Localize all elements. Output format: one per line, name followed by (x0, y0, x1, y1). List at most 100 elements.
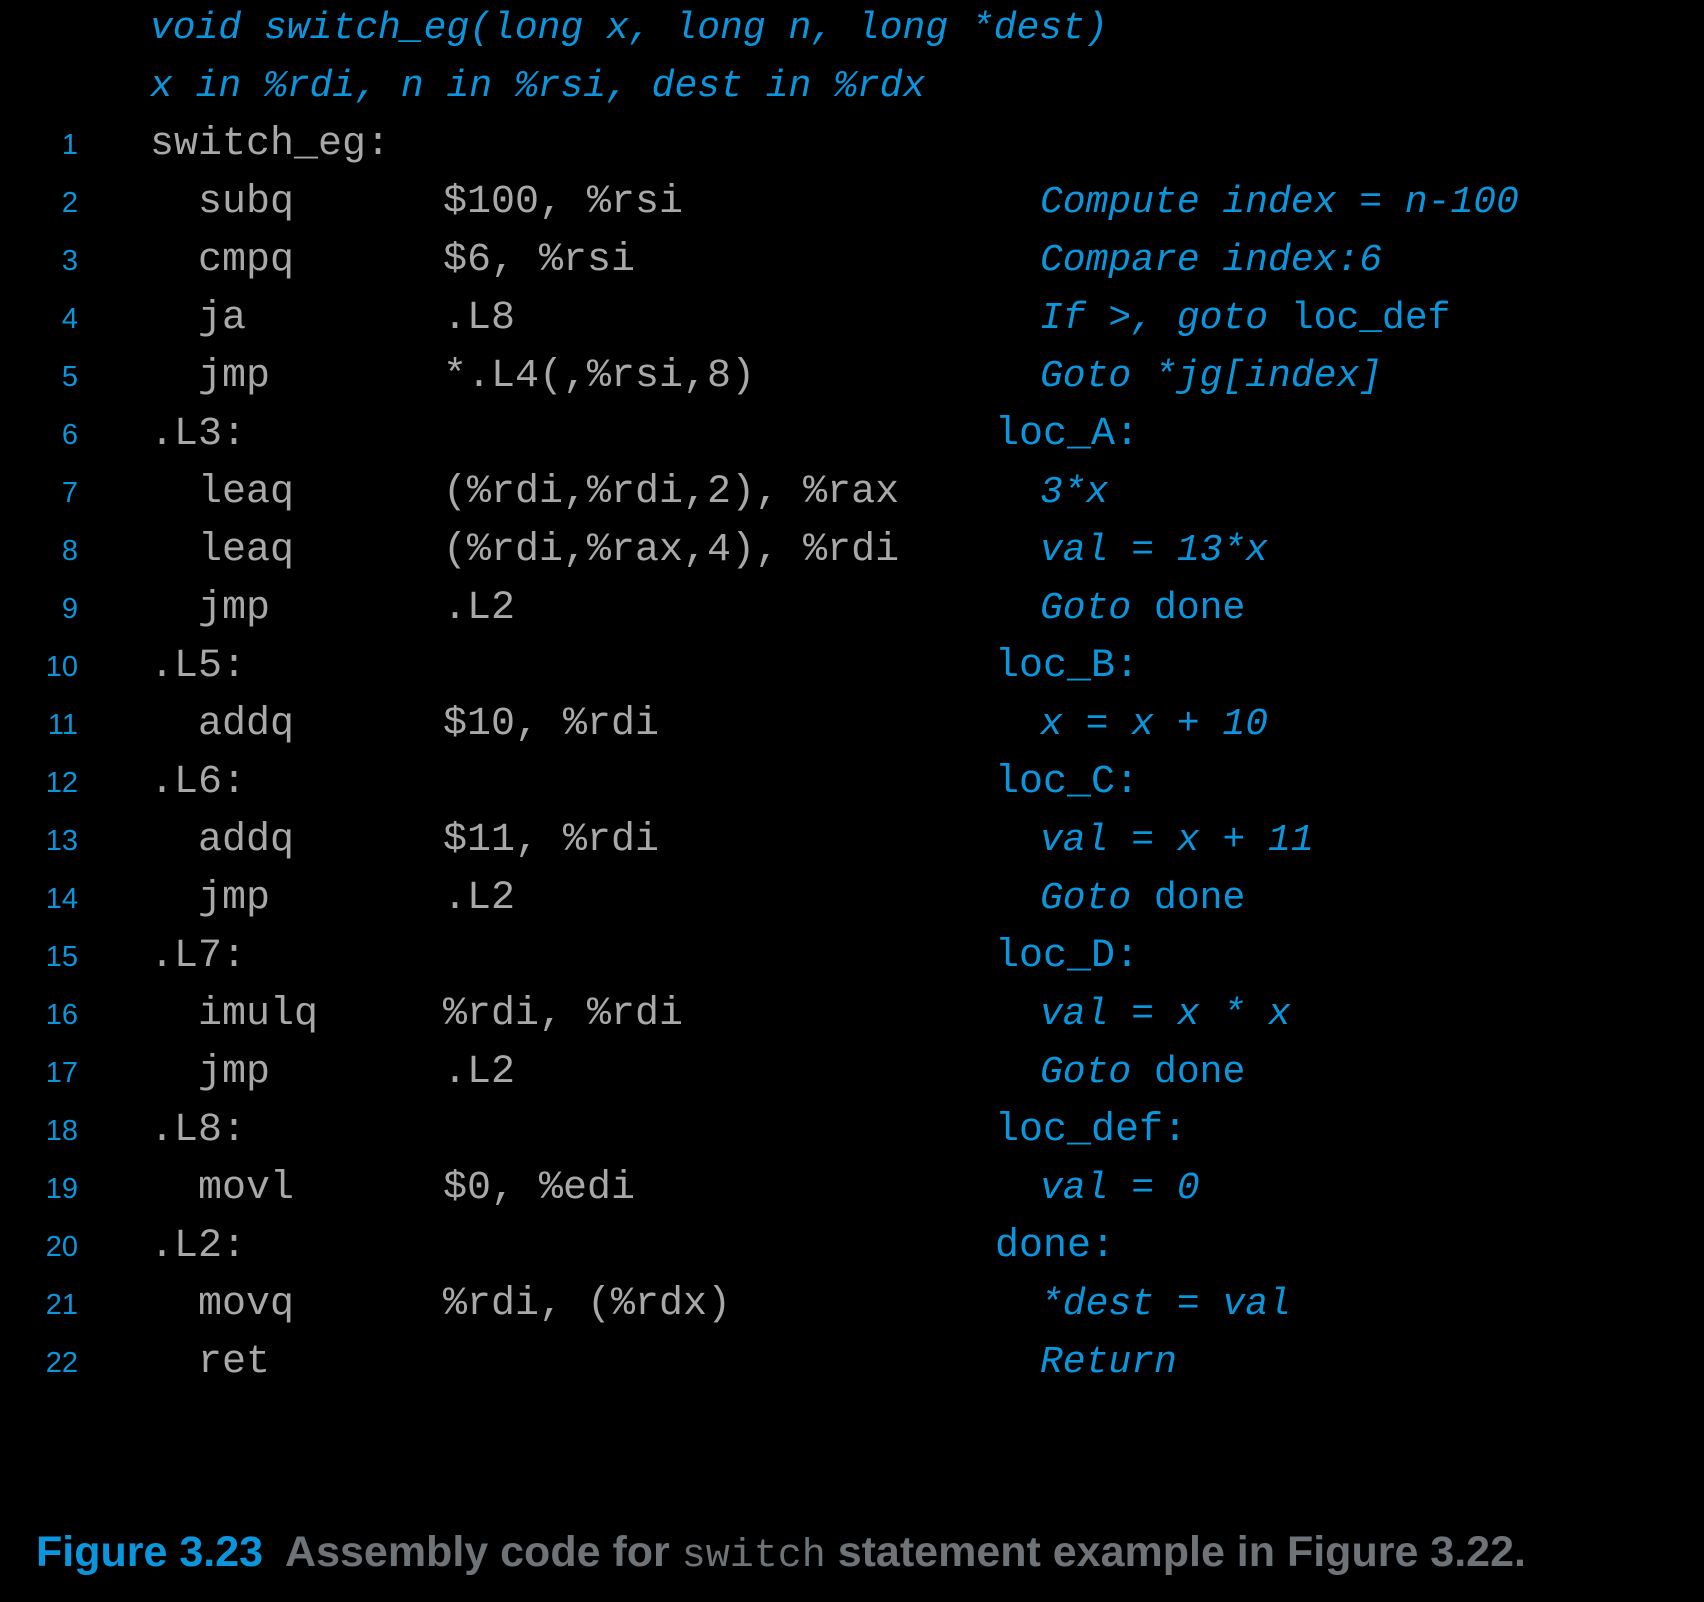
asm-label: .L8: (150, 1108, 247, 1153)
c-comment-annotation: 3*x (1040, 464, 1108, 522)
annotation-identifier: done (1154, 877, 1246, 920)
line-number: 11 (47, 709, 78, 741)
code-row: 15 .L7: loc_D: (0, 928, 1704, 986)
asm-label: switch_eg: (150, 122, 391, 167)
asm-mnemonic: jmp (198, 354, 271, 399)
annotation-text: loc_B: (995, 644, 1140, 689)
code-row: 2 subq $100, %rsi Compute index = n-100 (0, 174, 1704, 232)
code-row: 5 jmp *.L4(,%rsi,8) Goto *jg[index] (0, 348, 1704, 406)
code-text: addq $11, %rdi (150, 812, 659, 870)
annotation-text: x = x + 10 (1040, 703, 1269, 746)
code-row: 1 switch_eg: (0, 116, 1704, 174)
c-comment-annotation: val = x * x (1040, 986, 1291, 1044)
caption-part-1: Assembly code for (285, 1528, 682, 1576)
header-row: x in %rdi, n in %rsi, dest in %rdx (0, 58, 1704, 116)
code-text: .L8: (150, 1102, 246, 1160)
line-number: 3 (61, 245, 78, 277)
line-number: 20 (45, 1231, 78, 1263)
asm-mnemonic: imulq (198, 992, 319, 1037)
code-text: subq $100, %rsi (150, 174, 683, 232)
line-number: 9 (61, 593, 78, 625)
code-text: switch_eg: (150, 116, 390, 174)
asm-operands: %rdi, %rdi (443, 992, 684, 1037)
c-comment-annotation: val = x + 11 (1040, 812, 1314, 870)
line-number: 14 (45, 883, 78, 915)
code-text: .L5: (150, 638, 246, 696)
code-text: cmpq $6, %rsi (150, 232, 635, 290)
asm-operands: .L2 (443, 876, 516, 921)
annotation-text: If >, goto (1040, 297, 1291, 340)
asm-label: .L2: (150, 1224, 247, 1269)
code-text: ja .L8 (150, 290, 515, 348)
code-row: 21 movq %rdi, (%rdx) *dest = val (0, 1276, 1704, 1334)
asm-operands: $6, %rsi (443, 238, 636, 283)
asm-mnemonic: movl (198, 1166, 295, 1211)
asm-mnemonic: ret (198, 1340, 271, 1385)
figure-3-23: void switch_eg(long x, long n, long *des… (0, 0, 1704, 1602)
line-number: 21 (45, 1289, 78, 1321)
code-text: jmp .L2 (150, 580, 515, 638)
line-number: 4 (61, 303, 78, 335)
asm-operands: $0, %edi (443, 1166, 636, 1211)
figure-caption: Figure 3.23 Assembly code for switch stat… (36, 1522, 1526, 1587)
asm-operands: (%rdi,%rax,4), %rdi (443, 528, 900, 573)
line-number: 19 (45, 1173, 78, 1205)
asm-operands: .L2 (443, 1050, 516, 1095)
caption-part-2: statement example in Figure 3.22. (825, 1528, 1526, 1576)
line-number: 1 (61, 129, 78, 161)
annotation-text: *dest = val (1040, 1283, 1291, 1326)
asm-label: .L3: (150, 412, 247, 457)
asm-operands: (%rdi,%rdi,2), %rax (443, 470, 900, 515)
code-row: 13 addq $11, %rdi val = x + 11 (0, 812, 1704, 870)
annotation-text: Goto (1040, 1051, 1155, 1094)
code-row: 8 leaq (%rdi,%rax,4), %rdi val = 13*x (0, 522, 1704, 580)
asm-operands: $11, %rdi (443, 818, 660, 863)
code-text: .L3: (150, 406, 246, 464)
code-row: 14 jmp .L2 Goto done (0, 870, 1704, 928)
code-text: movl $0, %edi (150, 1160, 635, 1218)
c-label-annotation: loc_A: (995, 406, 1139, 464)
code-text: .L7: (150, 928, 246, 986)
asm-operands: .L8 (443, 296, 516, 341)
c-comment-annotation: If >, goto loc_def (1040, 290, 1450, 348)
caption-body: Assembly code for switch statement examp… (285, 1528, 1526, 1579)
code-text: jmp *.L4(,%rsi,8) (150, 348, 755, 406)
annotation-text: loc_D: (995, 934, 1140, 979)
annotation-text: Compute index = n-100 (1040, 181, 1519, 224)
line-number: 12 (45, 767, 78, 799)
line-number: 16 (45, 999, 78, 1031)
code-row: 18 .L8: loc_def: (0, 1102, 1704, 1160)
c-comment-annotation: val = 0 (1040, 1160, 1200, 1218)
line-number: 17 (45, 1057, 78, 1089)
code-row: 7 leaq (%rdi,%rdi,2), %rax 3*x (0, 464, 1704, 522)
annotation-identifier: loc_def (1290, 297, 1451, 340)
code-row: 20 .L2: done: (0, 1218, 1704, 1276)
asm-label: .L7: (150, 934, 247, 979)
code-text: ret (150, 1334, 443, 1392)
annotation-text: 3*x (1040, 471, 1109, 514)
annotation-text: val = 0 (1040, 1167, 1200, 1210)
line-number: 6 (61, 419, 78, 451)
header-line: x in %rdi, n in %rsi, dest in %rdx (150, 65, 926, 108)
line-number: 15 (45, 941, 78, 973)
c-label-annotation: loc_D: (995, 928, 1139, 986)
c-comment-annotation: Goto done (1040, 870, 1245, 928)
asm-mnemonic: subq (198, 180, 295, 225)
asm-mnemonic: addq (198, 818, 295, 863)
annotation-text: val = x + 11 (1040, 819, 1314, 862)
c-comment-annotation: Compute index = n-100 (1040, 174, 1519, 232)
asm-mnemonic: jmp (198, 586, 271, 631)
c-comment-annotation: Goto *jg[index] (1040, 348, 1382, 406)
annotation-text: loc_def: (995, 1108, 1188, 1153)
asm-operands: *.L4(,%rsi,8) (443, 354, 756, 399)
line-number: 8 (61, 535, 78, 567)
